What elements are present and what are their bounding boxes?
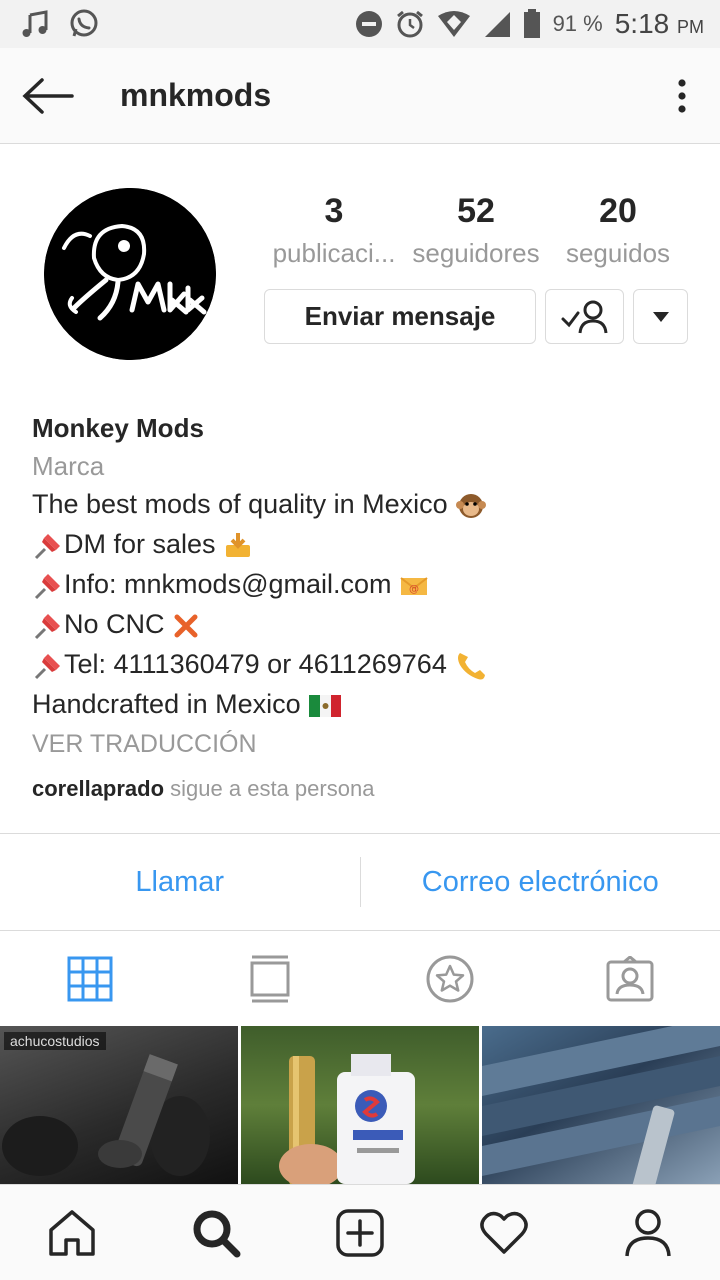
email-envelope-icon: @ — [400, 577, 428, 595]
cross-mark-icon — [174, 614, 198, 638]
telephone-icon — [458, 652, 486, 680]
battery-percent: 91 % — [552, 11, 603, 36]
followed-by[interactable]: corellaprado sigue a esta persona — [32, 772, 692, 806]
tab-featured[interactable] — [360, 932, 540, 1026]
clock-time: 5:18 — [614, 8, 670, 39]
nav-new-post[interactable] — [288, 1185, 432, 1280]
music-note-icon — [20, 9, 50, 39]
monkey-emoji-icon — [456, 493, 487, 518]
bio-line-3-text: Info: mnkmods@gmail.com — [64, 569, 392, 599]
bio-line-1-text: The best mods of quality in Mexico — [32, 489, 448, 519]
search-icon — [193, 1210, 241, 1257]
battery-icon — [523, 9, 541, 39]
bio-line: Info: mnkmods@gmail.com @ — [32, 564, 692, 604]
profile-stats: 3 publicaci... 52 seguidores 20 seguidos — [264, 190, 688, 274]
home-icon — [49, 1209, 95, 1256]
bottom-navigation — [0, 1184, 720, 1280]
bio-line: DM for sales — [32, 524, 692, 564]
profile-bio: Monkey Mods Marca The best mods of quali… — [32, 408, 692, 806]
alarm-icon — [395, 9, 425, 39]
followers-label: seguidores — [412, 238, 540, 268]
bio-line: Tel: 4111360479 or 4611269764 — [32, 644, 692, 684]
caret-down-icon — [652, 311, 669, 322]
tab-feed[interactable] — [180, 932, 360, 1026]
heart-icon — [480, 1211, 528, 1254]
posts-label: publicaci... — [272, 238, 396, 268]
following-stat[interactable]: 20 seguidos — [548, 190, 688, 274]
do-not-disturb-icon — [355, 10, 383, 38]
bio-line-4-text: No CNC — [64, 609, 165, 639]
profile-icon — [625, 1208, 671, 1256]
clock: 5:18 PM — [615, 8, 704, 40]
tab-grid[interactable] — [0, 932, 180, 1026]
bio-line: The best mods of quality in Mexico — [32, 484, 692, 524]
grid-photo[interactable] — [241, 1026, 479, 1184]
followers-stat[interactable]: 52 seguidores — [406, 190, 546, 274]
person-check-icon — [561, 300, 607, 333]
pushpin-icon — [34, 653, 60, 679]
bio-line-5-text: Tel: 4111360479 or 4611269764 — [64, 649, 447, 679]
bio-line: No CNC — [32, 604, 692, 644]
email-button[interactable]: Correo electrónico — [361, 866, 720, 899]
nav-search[interactable] — [144, 1185, 288, 1280]
posts-stat[interactable]: 3 publicaci... — [264, 190, 404, 274]
tab-tagged[interactable] — [540, 932, 720, 1026]
see-translation-link[interactable]: VER TRADUCCIÓN — [32, 724, 692, 764]
bio-line-6-text: Handcrafted in Mexico — [32, 689, 301, 719]
bio-category: Marca — [32, 451, 105, 481]
mexico-flag-icon — [309, 694, 342, 717]
following-label: seguidos — [565, 238, 671, 268]
following-count: 20 — [599, 192, 637, 230]
inbox-tray-icon — [226, 532, 251, 557]
bio-line: Handcrafted in Mexico — [32, 684, 692, 724]
grid-icon — [67, 956, 113, 1002]
bio-line-2-text: DM for sales — [64, 529, 216, 559]
suggestions-dropdown-button[interactable] — [633, 289, 688, 344]
add-post-icon — [336, 1208, 384, 1257]
call-button[interactable]: Llamar — [0, 866, 360, 899]
profile-avatar[interactable] — [44, 188, 216, 360]
wifi-icon — [437, 10, 471, 38]
status-bar: 91 % 5:18 PM — [0, 0, 720, 48]
photo-grid: achucostudios — [0, 1026, 720, 1184]
followers-count: 52 — [457, 192, 495, 230]
clock-ampm: PM — [677, 17, 704, 37]
nav-home[interactable] — [0, 1185, 144, 1280]
pushpin-icon — [34, 533, 60, 559]
svg-text:@: @ — [409, 584, 419, 595]
photo-vape-image — [279, 1054, 415, 1184]
followed-by-username: corellaprado — [32, 776, 165, 801]
photo-watermark: achucostudios — [4, 1032, 106, 1050]
tagged-person-icon — [606, 956, 654, 1002]
posts-count: 3 — [324, 192, 344, 230]
photo-bench-image — [482, 1026, 720, 1184]
grid-photo[interactable] — [482, 1026, 720, 1184]
pushpin-icon — [34, 613, 60, 639]
more-vertical-icon — [678, 78, 686, 113]
nav-profile[interactable] — [576, 1185, 720, 1280]
signal-icon — [483, 10, 511, 38]
back-button[interactable] — [0, 48, 96, 144]
monkey-logo-icon — [44, 188, 216, 360]
header-username: mnkmods — [120, 77, 272, 113]
more-options-button[interactable] — [644, 48, 720, 144]
arrow-left-icon — [22, 77, 74, 114]
star-circle-icon — [426, 955, 474, 1003]
pushpin-icon — [34, 573, 60, 599]
send-message-button[interactable]: Enviar mensaje — [264, 289, 536, 344]
contact-options: Llamar Correo electrónico — [0, 833, 720, 931]
bio-name: Monkey Mods — [32, 413, 204, 443]
feed-list-icon — [250, 955, 290, 1003]
profile-tabs — [0, 932, 720, 1026]
grid-photo[interactable]: achucostudios — [0, 1026, 238, 1184]
following-button[interactable] — [545, 289, 624, 344]
profile-actions: Enviar mensaje — [264, 289, 688, 344]
whatsapp-icon — [68, 8, 100, 40]
followed-by-text: sigue a esta persona — [170, 776, 375, 801]
profile-header: mnkmods — [0, 48, 720, 144]
nav-activity[interactable] — [432, 1185, 576, 1280]
